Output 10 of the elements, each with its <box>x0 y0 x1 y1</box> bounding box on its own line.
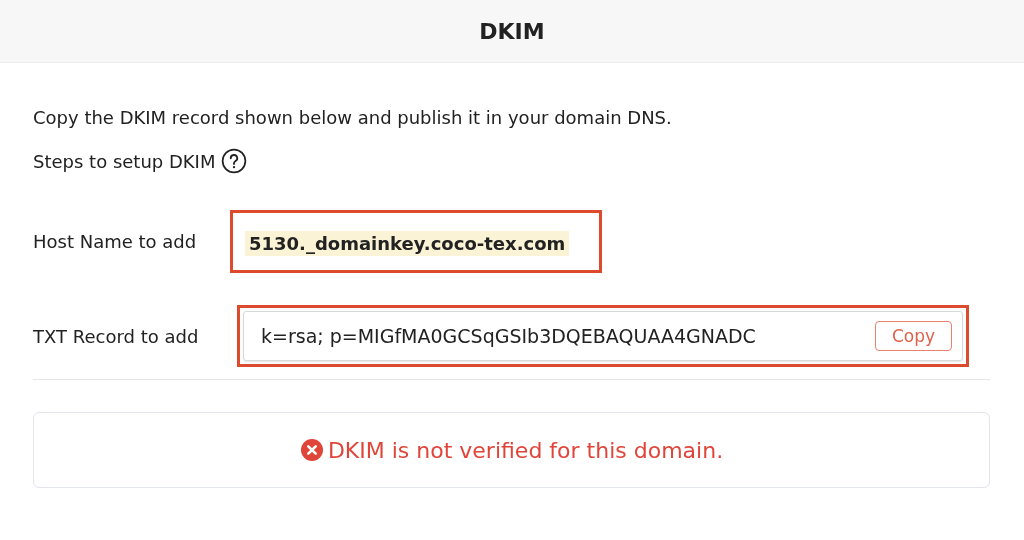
instruction-text: Copy the DKIM record shown below and publish it in your domain DNS. <box>33 107 673 128</box>
dialog-title: DKIM <box>479 18 545 44</box>
txt-record-field[interactable]: k=rsa; p=MIGfMA0GCSqGSIb3DQEBAQUAA4GNADC Copy <box>243 311 963 361</box>
status-message: DKIM is not verified for this domain. <box>327 437 724 463</box>
copy-button[interactable]: Copy <box>874 321 952 351</box>
help-icon[interactable] <box>221 148 248 174</box>
field-label: TXT Record to add <box>33 325 200 347</box>
field-label: Host Name to add <box>33 231 198 252</box>
steps-link[interactable]: Steps to setup DKIM <box>33 150 216 172</box>
host-name-value: 5130._domainkey.coco-tex.com <box>245 231 570 256</box>
